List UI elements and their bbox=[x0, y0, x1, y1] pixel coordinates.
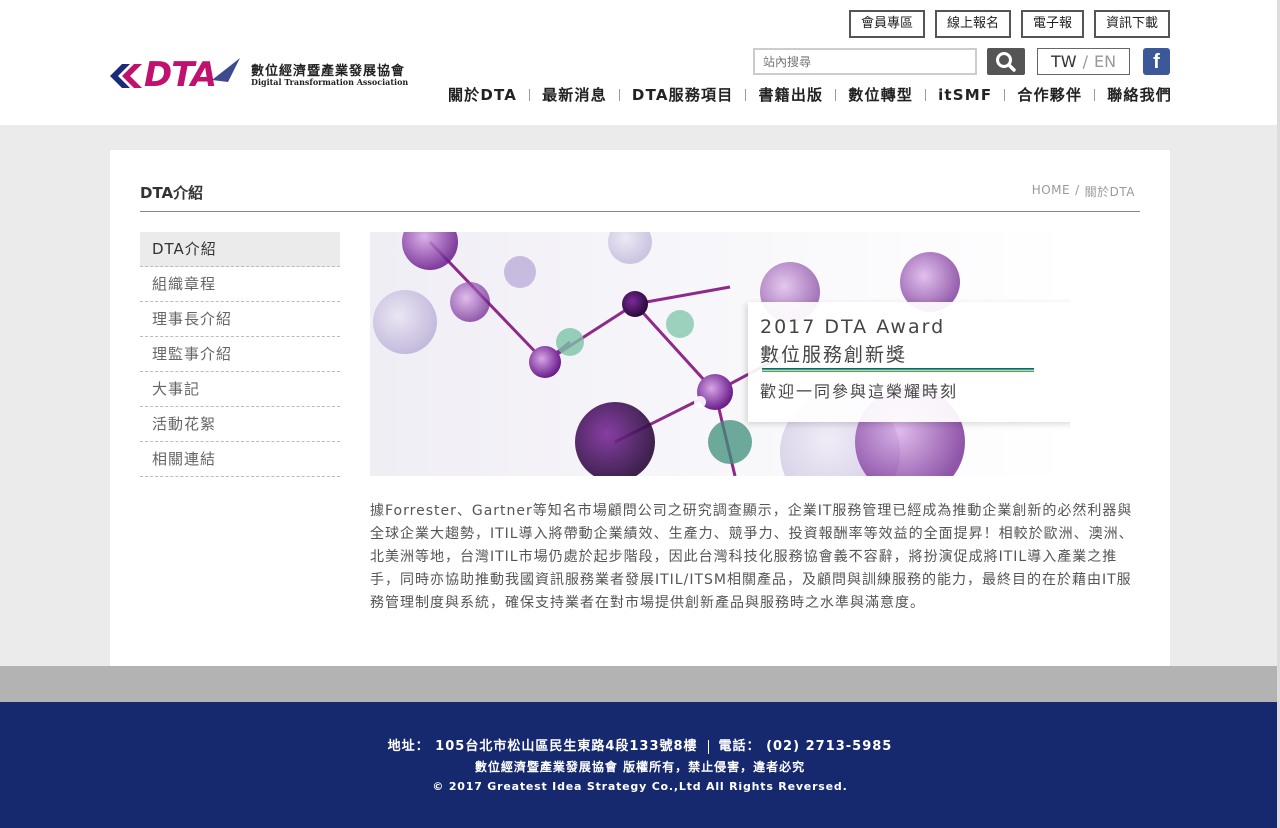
intro-paragraph: 據Forrester、Gartner等知名市場顧問公司之研究調查顯示，企業IT服… bbox=[370, 503, 1134, 611]
nav-divider bbox=[529, 88, 531, 101]
svg-text:DTA: DTA bbox=[144, 55, 216, 94]
site-footer: 地址： 105台北市松山區民生東路4段133號8樓 電話： (02) 2713-5… bbox=[0, 702, 1280, 828]
lang-separator: / bbox=[1082, 52, 1088, 71]
award-color-bar bbox=[762, 368, 1034, 372]
award-banner[interactable]: 2017 DTA Award 數位服務創新獎 歡迎一同參與這榮耀時刻 bbox=[370, 232, 1070, 476]
award-subtitle: 歡迎一同參與這榮耀時刻 bbox=[760, 382, 959, 401]
content-card: DTA介紹 HOME / 關於DTA DTA介紹 組織章程 理事長介紹 理監事介… bbox=[110, 150, 1170, 666]
site-header: DTA 數位經濟暨產業發展協會 Digital Transformation A… bbox=[0, 0, 1280, 125]
side-item-charter[interactable]: 組織章程 bbox=[140, 267, 340, 302]
footer-rights-zh: 數位經濟暨產業發展協會 版權所有，禁止侵害，違者必究 bbox=[474, 760, 806, 774]
site-search-input[interactable] bbox=[753, 48, 977, 75]
footer-band bbox=[0, 666, 1280, 702]
nav-news[interactable]: 最新消息 bbox=[542, 84, 607, 105]
nav-publications[interactable]: 書籍出版 bbox=[758, 84, 823, 105]
footer-phone: 電話： (02) 2713-5985 bbox=[718, 739, 893, 754]
nav-divider bbox=[618, 88, 620, 101]
downloads-link[interactable]: 資訊下載 bbox=[1093, 10, 1170, 38]
lang-en[interactable]: EN bbox=[1094, 52, 1116, 71]
footer-copyright: © 2017 Greatest Idea Strategy Co.,Ltd Al… bbox=[432, 780, 848, 793]
breadcrumb-separator: / bbox=[1075, 183, 1080, 197]
facebook-icon[interactable]: f bbox=[1143, 48, 1170, 75]
nav-contact[interactable]: 聯絡我們 bbox=[1107, 84, 1172, 105]
breadcrumb-home[interactable]: HOME bbox=[1032, 183, 1070, 200]
main-nav: 關於DTA 最新消息 DTA服務項目 書籍出版 數位轉型 itSMF 合作夥伴 … bbox=[448, 84, 1172, 105]
side-item-milestones[interactable]: 大事記 bbox=[140, 372, 340, 407]
footer-contact: 地址： 105台北市松山區民生東路4段133號8樓 電話： (02) 2713-5… bbox=[0, 735, 1280, 754]
logo-name-en: Digital Transformation Association bbox=[251, 77, 409, 87]
nav-partners[interactable]: 合作夥伴 bbox=[1017, 84, 1082, 105]
newsletter-link[interactable]: 電子報 bbox=[1020, 10, 1084, 38]
language-switcher: TW / EN bbox=[1037, 48, 1130, 75]
breadcrumb: HOME / 關於DTA bbox=[1032, 183, 1135, 200]
side-item-directors[interactable]: 理監事介紹 bbox=[140, 337, 340, 372]
nav-divider bbox=[745, 88, 747, 101]
side-item-dta-intro[interactable]: DTA介紹 bbox=[140, 232, 340, 267]
award-title-en: 2017 DTA Award bbox=[760, 316, 946, 338]
top-links: 會員專區 線上報名 電子報 資訊下載 bbox=[848, 10, 1170, 38]
search-button[interactable] bbox=[987, 48, 1025, 75]
breadcrumb-current[interactable]: 關於DTA bbox=[1085, 183, 1135, 200]
page-title: DTA介紹 bbox=[140, 184, 204, 202]
nav-about[interactable]: 關於DTA bbox=[448, 84, 517, 105]
nav-itsmf[interactable]: itSMF bbox=[938, 86, 992, 104]
member-area-link[interactable]: 會員專區 bbox=[848, 10, 925, 38]
nav-divider bbox=[1004, 88, 1006, 101]
online-registration-link[interactable]: 線上報名 bbox=[934, 10, 1011, 38]
search-icon bbox=[996, 52, 1016, 72]
nav-divider bbox=[1094, 88, 1096, 101]
nav-divider bbox=[835, 88, 837, 101]
footer-address: 地址： 105台北市松山區民生東路4段133號8樓 bbox=[387, 739, 698, 754]
dta-logo-mark: DTA bbox=[110, 55, 240, 95]
side-item-event-photos[interactable]: 活動花絮 bbox=[140, 407, 340, 442]
lang-tw[interactable]: TW bbox=[1051, 52, 1077, 71]
nav-services[interactable]: DTA服務項目 bbox=[632, 84, 734, 105]
nav-digital-transformation[interactable]: 數位轉型 bbox=[848, 84, 913, 105]
footer-divider bbox=[707, 739, 709, 754]
award-text-panel: 2017 DTA Award 數位服務創新獎 歡迎一同參與這榮耀時刻 bbox=[748, 302, 1070, 422]
dta-logo[interactable]: DTA 數位經濟暨產業發展協會 Digital Transformation A… bbox=[108, 52, 408, 95]
side-item-chairman[interactable]: 理事長介紹 bbox=[140, 302, 340, 337]
nav-divider bbox=[925, 88, 927, 101]
title-divider bbox=[140, 211, 1140, 212]
side-menu: DTA介紹 組織章程 理事長介紹 理監事介紹 大事記 活動花絮 相關連結 bbox=[140, 232, 340, 477]
side-item-links[interactable]: 相關連結 bbox=[140, 442, 340, 477]
award-title-zh: 數位服務創新獎 bbox=[760, 344, 908, 366]
